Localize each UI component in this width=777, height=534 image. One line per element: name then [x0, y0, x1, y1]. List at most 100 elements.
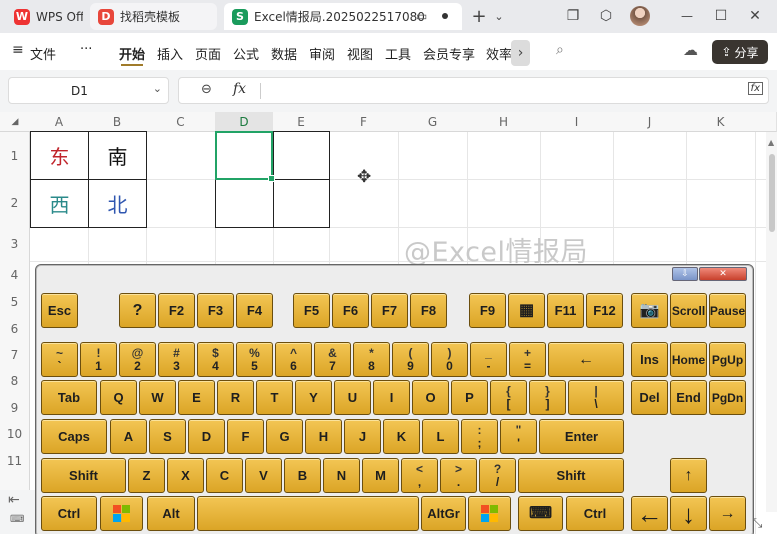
key-c[interactable]: C [206, 458, 243, 493]
key-d[interactable]: D [188, 419, 225, 454]
key-n9[interactable]: (9 [392, 342, 429, 377]
menu-formulas[interactable]: 公式 [233, 44, 259, 63]
menu-page[interactable]: 页面 [195, 44, 221, 63]
row-header-6[interactable]: 6 [0, 315, 30, 343]
column-header-j[interactable]: J [613, 112, 687, 132]
keyboard-dock-icon[interactable]: ⇩ [672, 267, 698, 281]
selected-cell-d1[interactable] [215, 131, 275, 182]
menu-data[interactable]: 数据 [271, 44, 297, 63]
key-n1[interactable]: ! 1 [80, 342, 117, 377]
key-lwin[interactable] [100, 496, 143, 531]
key-n4[interactable]: $4 [197, 342, 234, 377]
key-f11[interactable]: F11 [547, 293, 584, 328]
key-esc[interactable]: Esc [41, 293, 78, 328]
row-header-4[interactable]: 4 [0, 261, 30, 289]
key-prtsc[interactable]: 📷 [631, 293, 668, 328]
tab-excel-file[interactable]: S Excel情报局.20250225170801 ▭ [224, 3, 462, 30]
scrollbar-thumb[interactable] [769, 154, 775, 232]
key-lbr[interactable]: {[ [490, 380, 527, 415]
key-n0[interactable]: ) 0 [431, 342, 468, 377]
key-y[interactable]: Y [295, 380, 332, 415]
minimize-icon[interactable]: — [676, 6, 698, 26]
hamburger-icon[interactable]: ≡ [12, 42, 24, 58]
cell-a1[interactable]: 东 [31, 132, 88, 179]
key-bslash[interactable]: | \ [568, 380, 624, 415]
key-e[interactable]: E [178, 380, 215, 415]
cell-b2[interactable]: 北 [89, 180, 146, 227]
maximize-icon[interactable]: ☐ [710, 6, 732, 26]
column-header-k[interactable]: K [686, 112, 756, 132]
row-header-10[interactable]: 10 [0, 421, 30, 448]
key-o[interactable]: O [412, 380, 449, 415]
menu-home[interactable]: 开始 [119, 44, 145, 66]
key-rshift[interactable]: Shift [518, 458, 624, 493]
avatar[interactable] [630, 6, 650, 26]
key-minus[interactable]: _ - [470, 342, 507, 377]
cell-a2[interactable]: 西 [31, 180, 88, 227]
key-n8[interactable]: * 8 [353, 342, 390, 377]
key-f12[interactable]: F12 [586, 293, 623, 328]
key-t[interactable]: T [256, 380, 293, 415]
key-f10[interactable]: ▦ [508, 293, 545, 328]
key-n5[interactable]: % 5 [236, 342, 273, 377]
select-all-corner[interactable]: ◢ [0, 112, 31, 132]
menu-member[interactable]: 会员专享 [423, 44, 475, 63]
chevron-down-icon[interactable]: ⌄ [153, 82, 162, 95]
row-header-11[interactable]: 11 [0, 447, 30, 475]
key-altgr[interactable]: AltGr [421, 496, 466, 531]
key-ins[interactable]: Ins [631, 342, 668, 377]
window-restore-icon[interactable]: ❐ [562, 6, 584, 26]
column-header-f[interactable]: F [329, 112, 399, 132]
key-n7[interactable]: & 7 [314, 342, 351, 377]
key-f8[interactable]: F8 [410, 293, 447, 328]
key-right[interactable]: → [709, 496, 746, 531]
key-enter[interactable]: Enter [539, 419, 624, 454]
cell-b1[interactable]: 南 [89, 132, 146, 179]
row-header-8[interactable]: 8 [0, 368, 30, 395]
key-n2[interactable]: @2 [119, 342, 156, 377]
key-w[interactable]: W [139, 380, 176, 415]
column-header-c[interactable]: C [146, 112, 216, 132]
key-pgdn[interactable]: PgDn [709, 380, 746, 415]
key-n[interactable]: N [323, 458, 360, 493]
tab-list-chevron-icon[interactable]: ⌄ [488, 6, 510, 26]
key-period[interactable]: >. [440, 458, 477, 493]
key-v[interactable]: V [245, 458, 282, 493]
key-b[interactable]: B [284, 458, 321, 493]
function-icon[interactable]: fx [233, 81, 246, 97]
tab-wps-office[interactable]: W WPS Office [6, 3, 83, 30]
close-icon[interactable]: ✕ [744, 6, 766, 26]
key-backspace[interactable]: ← [548, 342, 624, 377]
key-f6[interactable]: F6 [332, 293, 369, 328]
column-header-e[interactable]: E [273, 112, 330, 132]
key-down[interactable]: ↓ [670, 496, 707, 531]
row-header-7[interactable]: 7 [0, 342, 30, 369]
row-header-3[interactable]: 3 [0, 227, 30, 262]
zoom-formula-icon[interactable]: ⊖ [201, 82, 212, 97]
key-f3[interactable]: F3 [197, 293, 234, 328]
column-header-i[interactable]: I [540, 112, 614, 132]
key-rctrl[interactable]: Ctrl [566, 496, 624, 531]
key-j[interactable]: J [344, 419, 381, 454]
column-header-a[interactable]: A [30, 112, 89, 132]
column-header-d[interactable]: D [215, 112, 274, 132]
monitor-icon[interactable]: ▭ [416, 9, 427, 23]
key-k[interactable]: K [383, 419, 420, 454]
key-left[interactable]: ← [631, 496, 668, 531]
key-pgup[interactable]: PgUp [709, 342, 746, 377]
key-tilde[interactable]: ~ ` [41, 342, 78, 377]
key-f2[interactable]: F2 [158, 293, 195, 328]
key-h[interactable]: H [305, 419, 342, 454]
sheet-mode-icon[interactable]: ⌨ [10, 514, 24, 525]
key-scroll[interactable]: Scroll [670, 293, 707, 328]
key-semi[interactable]: :; [461, 419, 498, 454]
column-header-g[interactable]: G [398, 112, 468, 132]
cube-icon[interactable]: ⬡ [595, 6, 617, 26]
key-f7[interactable]: F7 [371, 293, 408, 328]
expand-formula-icon[interactable]: fx [747, 82, 763, 95]
column-header-b[interactable]: B [88, 112, 147, 132]
key-f5[interactable]: F5 [293, 293, 330, 328]
formula-input[interactable]: ⊖ fx fx [178, 77, 769, 104]
key-plus[interactable]: + = [509, 342, 546, 377]
key-up[interactable]: ↑ [670, 458, 707, 493]
